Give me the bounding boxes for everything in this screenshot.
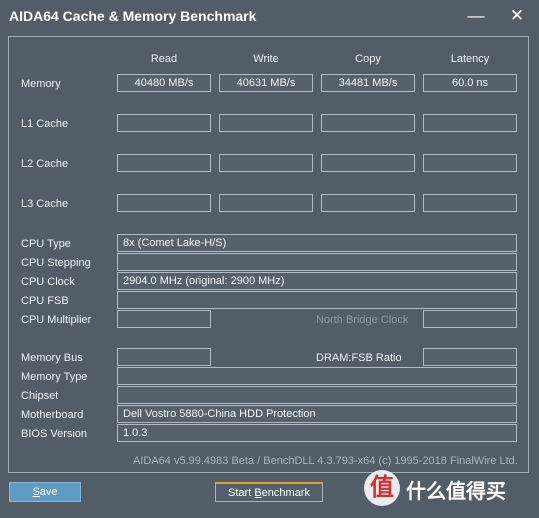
watermark-text: 什么值得买 (406, 481, 506, 503)
memory-bus-value (117, 348, 211, 366)
cpu-stepping-label: CPU Stepping (21, 257, 91, 269)
watermark-logo: 值 什么值得买 (364, 470, 534, 514)
l1-write-value (219, 114, 313, 132)
memory-copy-value: 34481 MB/s (321, 74, 415, 92)
start-benchmark-label-post: enchmark (261, 487, 310, 499)
save-button[interactable]: Save (9, 482, 81, 502)
close-icon[interactable]: ✕ (507, 6, 527, 26)
dram-fsb-ratio-value (423, 348, 517, 366)
version-footer: AIDA64 v5.99.4983 Beta / BenchDLL 4.3.79… (133, 455, 518, 467)
l3-read-value (117, 194, 211, 212)
chipset-label: Chipset (21, 390, 59, 402)
l2-cache-label: L2 Cache (21, 158, 69, 170)
l2-latency-value (423, 154, 517, 172)
window-title: AIDA64 Cache & Memory Benchmark (9, 8, 257, 24)
memory-read-value: 40480 MB/s (117, 74, 211, 92)
l3-copy-value (321, 194, 415, 212)
column-header-write: Write (253, 53, 279, 65)
column-header-copy: Copy (355, 53, 381, 65)
memory-bus-label: Memory Bus (21, 352, 83, 364)
memory-label: Memory (21, 78, 61, 90)
north-bridge-clock-label: North Bridge Clock (316, 314, 409, 326)
column-header-read: Read (150, 53, 178, 65)
dram-fsb-ratio-label: DRAM:FSB Ratio (316, 352, 402, 364)
column-header-latency: Latency (450, 53, 490, 65)
motherboard-label: Motherboard (21, 409, 84, 421)
cpu-fsb-value (117, 291, 517, 309)
cpu-multiplier-label: CPU Multiplier (21, 314, 92, 326)
l1-copy-value (321, 114, 415, 132)
memory-write-value: 40631 MB/s (219, 74, 313, 92)
l1-read-value (117, 114, 211, 132)
cpu-stepping-value (117, 253, 517, 271)
start-benchmark-button[interactable]: Start Benchmark (215, 482, 323, 502)
cpu-fsb-label: CPU FSB (21, 295, 69, 307)
cpu-clock-label: CPU Clock (21, 276, 75, 288)
start-benchmark-accelerator: B (254, 487, 262, 499)
memory-type-label: Memory Type (21, 371, 88, 383)
bios-version-value: 1.0.3 (117, 424, 517, 442)
cpu-clock-value: 2904.0 MHz (original: 2900 MHz) (117, 272, 517, 290)
save-button-accelerator: S (32, 486, 40, 498)
l1-latency-value (423, 114, 517, 132)
l3-latency-value (423, 194, 517, 212)
cpu-type-value: 8x (Comet Lake-H/S) (117, 234, 517, 252)
motherboard-value: Dell Vostro 5880-China HDD Protection (117, 405, 517, 423)
minimize-icon[interactable]: — (466, 6, 486, 26)
l3-cache-label: L3 Cache (21, 198, 69, 210)
l2-copy-value (321, 154, 415, 172)
chipset-value (117, 386, 517, 404)
watermark-glyph: 值 (370, 474, 394, 501)
l2-read-value (117, 154, 211, 172)
l3-write-value (219, 194, 313, 212)
memory-latency-value: 60.0 ns (423, 74, 517, 92)
north-bridge-clock-value (423, 310, 517, 328)
bios-version-label: BIOS Version (21, 428, 88, 440)
title-bar: AIDA64 Cache & Memory Benchmark — ✕ (0, 0, 539, 34)
l1-cache-label: L1 Cache (21, 118, 69, 130)
start-benchmark-label-pre: Start (228, 487, 255, 499)
cpu-multiplier-value (117, 310, 211, 328)
l2-write-value (219, 154, 313, 172)
memory-type-value (117, 367, 517, 385)
cpu-type-label: CPU Type (21, 238, 71, 250)
save-button-label-post: ave (39, 486, 58, 498)
